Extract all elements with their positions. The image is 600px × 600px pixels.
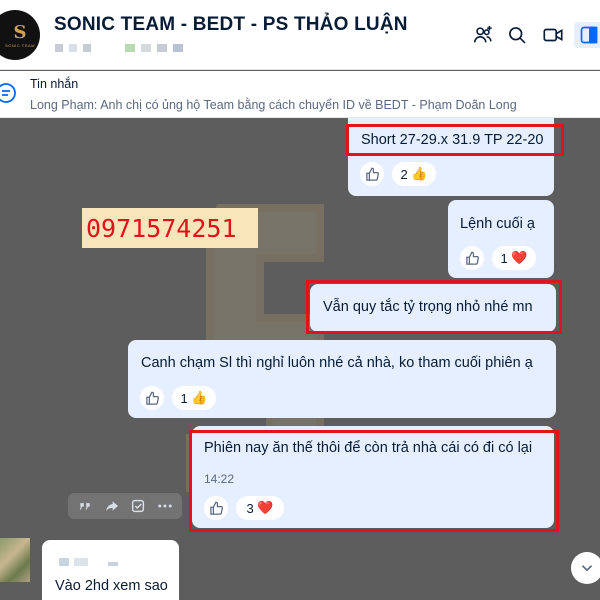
- highlight-box: [306, 280, 562, 334]
- add-member-icon[interactable]: [470, 22, 496, 48]
- chevron-down-icon: [581, 565, 593, 572]
- forward-icon[interactable]: [102, 496, 122, 516]
- message-bubble[interactable]: Canh chạm Sl thì nghỉ luôn nhé cả nhà, k…: [128, 340, 556, 418]
- heart-icon: ❤️: [511, 250, 528, 265]
- reaction-badge[interactable]: 1 ❤️: [492, 246, 536, 270]
- thumbs-up-icon: 👍: [191, 390, 208, 405]
- more-icon[interactable]: [155, 496, 175, 516]
- search-icon[interactable]: [504, 22, 530, 48]
- thumbs-up-icon: 👍: [411, 166, 428, 181]
- highlight-box: [346, 124, 564, 156]
- like-icon[interactable]: [140, 386, 164, 410]
- reaction-count: 1: [500, 250, 508, 266]
- message-text: Lệnh cuối ạ: [460, 216, 535, 232]
- task-icon[interactable]: [128, 496, 148, 516]
- like-icon[interactable]: [460, 246, 484, 270]
- incoming-message-bubble[interactable]: Vào 2hd xem sao: [42, 540, 179, 600]
- message-text: Canh chạm Sl thì nghỉ luôn nhé cả nhà, k…: [141, 355, 533, 371]
- like-icon[interactable]: [360, 162, 384, 186]
- message-text: Vào 2hd xem sao: [55, 578, 168, 594]
- message-tools: [68, 493, 182, 519]
- pinned-title: Tin nhắn: [30, 77, 79, 91]
- video-call-icon[interactable]: [540, 22, 566, 48]
- pinned-text: Long Phạm: Anh chị có ủng hộ Team bằng c…: [30, 98, 517, 112]
- group-title[interactable]: SONIC TEAM - BEDT - PS THẢO LUẬN: [54, 14, 408, 36]
- scroll-down-button[interactable]: [571, 552, 600, 584]
- quote-icon[interactable]: [75, 496, 95, 516]
- message-icon: [0, 81, 18, 105]
- chat-area: Short 27-29.x 31.9 TP 22-20 2 👍 09715742…: [0, 118, 600, 600]
- reaction-badge[interactable]: 2 👍: [392, 162, 436, 186]
- sidebar-toggle-icon[interactable]: [574, 22, 600, 48]
- phone-watermark: 0971574251: [82, 208, 258, 248]
- sender-name-placeholder: [59, 558, 118, 566]
- sender-avatar[interactable]: [0, 538, 30, 582]
- chat-header: S SONIC TEAM SONIC TEAM - BEDT - PS THẢO…: [0, 0, 600, 70]
- reaction-count: 1: [180, 390, 188, 406]
- highlight-box: [189, 430, 559, 532]
- avatar-letter: S: [13, 21, 27, 43]
- reaction-count: 2: [400, 166, 408, 182]
- group-avatar[interactable]: S SONIC TEAM: [0, 10, 42, 62]
- avatar-caption: SONIC TEAM: [5, 42, 35, 48]
- message-bubble[interactable]: Lệnh cuối ạ 1 ❤️: [448, 200, 554, 278]
- reaction-badge[interactable]: 1 👍: [172, 386, 216, 410]
- pinned-message-bar[interactable]: Tin nhắn Long Phạm: Anh chị có ủng hộ Te…: [0, 71, 600, 118]
- member-preview: [55, 44, 183, 52]
